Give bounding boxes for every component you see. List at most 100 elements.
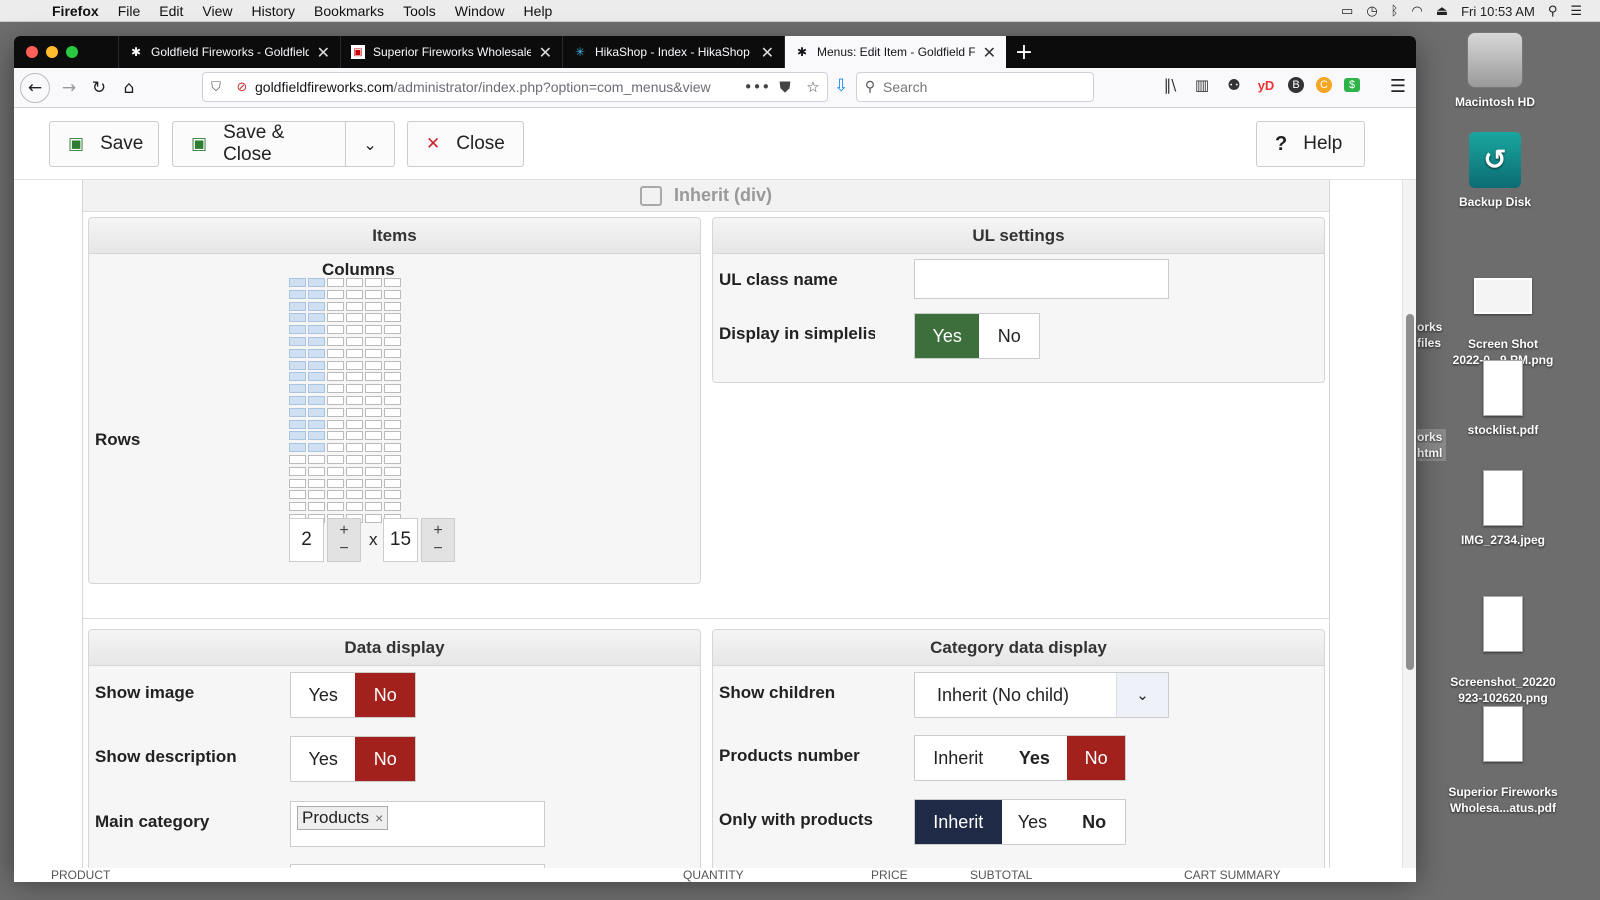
grid-cell[interactable] [365,502,382,512]
products-number-no-button[interactable]: No [1067,736,1125,780]
tab-goldfield-fireworks[interactable]: ✱ Goldfield Fireworks - Goldfield, ✕ [118,36,340,68]
close-tab-icon[interactable]: ✕ [983,43,996,62]
grid-cell[interactable] [365,372,382,382]
coupon-extension-icon[interactable]: C [1316,77,1332,93]
grid-cell[interactable] [384,360,401,370]
items-grid-selector[interactable] [289,278,401,523]
grid-cell[interactable] [289,454,306,464]
grid-cell[interactable] [289,431,306,441]
grid-cell[interactable] [346,384,363,394]
grid-cell[interactable] [346,325,363,335]
grid-cell[interactable] [346,419,363,429]
grid-cell[interactable] [308,502,325,512]
grid-cell[interactable] [289,313,306,323]
chevron-down-icon[interactable]: ⌄ [345,122,394,166]
grid-cell[interactable] [308,443,325,453]
grid-cell[interactable] [289,348,306,358]
grid-cell[interactable] [308,360,325,370]
grid-cell[interactable] [365,407,382,417]
grid-cell[interactable] [289,372,306,382]
products-number-inherit-button[interactable]: Inherit [915,736,1002,780]
grid-cell[interactable] [384,466,401,476]
new-tab-button[interactable]: + [1006,36,1042,68]
grid-cell[interactable] [308,278,325,287]
only-products-inherit-button[interactable]: Inherit [915,800,1002,844]
grid-cell[interactable] [346,372,363,382]
grid-cell[interactable] [346,395,363,405]
grid-cell[interactable] [289,443,306,453]
search-bar[interactable]: ⚲ Search [856,72,1094,102]
pocket-icon[interactable]: ⛊ [771,78,799,96]
grid-cell[interactable] [308,478,325,488]
grid-cell[interactable] [327,313,344,323]
close-window-button[interactable] [26,46,38,58]
forward-button[interactable]: → [54,73,84,103]
remove-chip-icon[interactable]: × [375,810,383,826]
close-tab-icon[interactable]: ✕ [539,43,552,62]
grid-cell[interactable] [365,336,382,346]
eject-icon[interactable]: ⏏ [1436,4,1448,19]
tracking-shield-icon[interactable]: ⛉ [203,80,229,95]
page-scrollbar[interactable] [1402,180,1416,872]
grid-cell[interactable] [365,490,382,500]
back-button[interactable]: ← [20,72,50,103]
plus-icon[interactable]: + [339,522,348,540]
grid-cell[interactable] [365,395,382,405]
menu-help[interactable]: Help [524,3,553,19]
grid-cell[interactable] [289,289,306,299]
grid-cell[interactable] [346,313,363,323]
notification-center-icon[interactable]: ☰ [1570,4,1582,19]
grid-cell[interactable] [327,395,344,405]
desktop-partial-label[interactable]: orks html [1417,429,1447,461]
grid-cell[interactable] [365,278,382,287]
plus-icon[interactable]: + [433,522,442,540]
grid-cell[interactable] [289,384,306,394]
page-actions-icon[interactable]: ••• [743,78,771,96]
main-category-field[interactable]: Products × [290,801,545,847]
grid-cell[interactable] [289,466,306,476]
wifi-icon[interactable]: ◠ [1411,4,1422,19]
grid-cell[interactable] [327,502,344,512]
grid-cell[interactable] [365,466,382,476]
menu-history[interactable]: History [251,3,295,19]
grid-cell[interactable] [327,360,344,370]
grid-cell[interactable] [327,278,344,287]
grid-cell[interactable] [289,278,306,287]
menu-file[interactable]: File [118,3,141,19]
grid-cell[interactable] [327,301,344,311]
grid-cell[interactable] [346,490,363,500]
bookmark-star-icon[interactable]: ☆ [799,78,827,96]
grid-cell[interactable] [365,301,382,311]
insecure-lock-icon[interactable]: ⊘ [229,80,255,95]
menubar-clock[interactable]: Fri 10:53 AM [1461,4,1535,19]
grid-cell[interactable] [365,289,382,299]
grid-cell[interactable] [327,419,344,429]
close-button[interactable]: ✕ Close [407,121,524,167]
show-image-no-button[interactable]: No [355,673,415,717]
screen-mirror-icon[interactable]: ▭ [1341,4,1353,19]
grid-cell[interactable] [346,278,363,287]
grid-cell[interactable] [289,490,306,500]
grid-cell[interactable] [365,325,382,335]
grid-cell[interactable] [346,407,363,417]
grid-cell[interactable] [308,490,325,500]
grid-cell[interactable] [384,407,401,417]
rows-stepper[interactable]: + − [421,518,455,562]
desktop-item-stocklist-pdf[interactable]: stocklist.pdf [1438,360,1568,438]
help-button[interactable]: ? Help [1256,121,1365,167]
grid-cell[interactable] [346,454,363,464]
grid-cell[interactable] [327,289,344,299]
grid-cell[interactable] [289,395,306,405]
grid-cell[interactable] [289,336,306,346]
grid-cell[interactable] [346,360,363,370]
grid-cell[interactable] [384,502,401,512]
reload-button[interactable]: ↻ [84,73,114,103]
grid-cell[interactable] [346,289,363,299]
show-description-yes-button[interactable]: Yes [291,737,355,781]
sidebar-icon[interactable]: ▥ [1192,75,1212,95]
grid-cell[interactable] [327,336,344,346]
url-bar[interactable]: ⛉ ⊘ goldfieldfireworks.com/administrator… [202,72,828,102]
rows-input[interactable]: 15 [383,518,418,562]
desktop-partial-label[interactable]: orks files [1417,319,1442,351]
grid-cell[interactable] [365,313,382,323]
